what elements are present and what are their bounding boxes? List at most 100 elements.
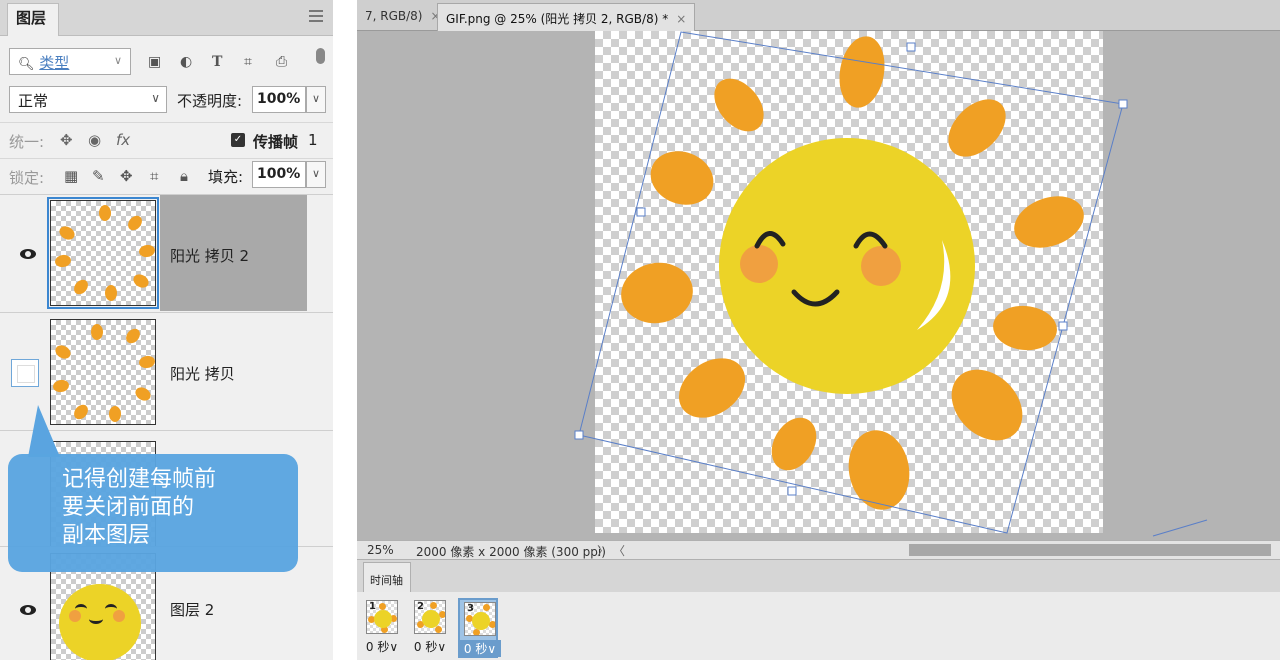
sun-ray [951, 369, 1023, 441]
sun-ray [621, 262, 693, 324]
layer-name[interactable]: 阳光 拷贝 2 [170, 245, 249, 266]
opacity-field[interactable]: 100% [252, 86, 306, 113]
lock-row: 锁定: ▦ ✎ ✥ ⌗ 🔒︎ 填充: 100% ∨ [0, 158, 333, 194]
scroll-left-arrow-icon[interactable]: 〈 [613, 542, 625, 559]
timeline-panel: 1 0 秒∨ 2 0 秒∨ 3 0 秒∨ [357, 592, 1280, 660]
chevron-down-icon: ∨ [437, 640, 447, 654]
layer-filter-row: 🔍︎ 类型 ∨ ▣ ◐ T ⌗ ⎙ [0, 42, 333, 82]
transform-handle [636, 207, 646, 217]
blend-opacity-row: 正常 ∨ 不透明度: 100% ∨ [0, 84, 333, 120]
opacity-label: 不透明度: [177, 92, 243, 110]
lock-label: 锁定: [9, 169, 45, 187]
lock-artboard-icon[interactable]: ⌗ [150, 167, 158, 185]
status-bar: 25% 2000 像素 x 2000 像素 (300 ppi) 〉 〈 [357, 540, 1280, 559]
blend-mode-select[interactable]: 正常 ∨ [9, 86, 167, 113]
frame-number: 1 [369, 601, 376, 612]
callout-pointer [28, 405, 60, 457]
layer-name[interactable]: 阳光 拷贝 [170, 363, 235, 384]
filter-toggle[interactable] [316, 48, 325, 64]
animation-frame[interactable]: 1 0 秒∨ [362, 598, 402, 658]
layer-row[interactable]: 阳光 拷贝 2 [0, 194, 333, 312]
layer-name[interactable]: 图层 2 [170, 599, 214, 620]
lock-position-icon[interactable]: ✥ [120, 167, 133, 185]
blend-mode-value: 正常 [18, 92, 49, 110]
canvas-artwork [574, 31, 1208, 537]
lock-brush-icon[interactable]: ✎ [92, 167, 105, 185]
frame-delay[interactable]: 0 秒∨ [459, 640, 501, 657]
frame-delay[interactable]: 0 秒∨ [409, 638, 451, 655]
callout-line: 要关闭前面的 [62, 495, 195, 520]
sun-ray [714, 78, 764, 132]
propagate-frame-value: 1 [308, 131, 318, 149]
unify-visibility-icon[interactable]: ◉ [88, 131, 101, 149]
tip-callout-text: 记得创建每帧前 要关闭前面的 副本图层 [62, 466, 292, 550]
left-cheek [740, 245, 778, 283]
right-cheek [861, 246, 901, 286]
opacity-chevron-icon[interactable]: ∨ [306, 86, 326, 113]
layers-tab[interactable]: 图层 [7, 3, 59, 36]
frame-thumbnail: 2 [414, 600, 446, 634]
type-filter-icon[interactable]: T [212, 54, 222, 70]
layer-thumbnail[interactable] [50, 319, 156, 425]
adjustment-filter-icon[interactable]: ◐ [180, 54, 192, 70]
zoom-level[interactable]: 25% [367, 543, 394, 557]
timeline-tabbar: 时间轴 [357, 559, 1280, 593]
unify-row: 统一: ✥ ◉ fx ✓ 传播帧 1 [0, 122, 333, 158]
fill-field[interactable]: 100% [252, 161, 306, 188]
chevron-down-icon: ∨ [389, 640, 399, 654]
sun-ray [650, 151, 714, 205]
document-size-info: 2000 像素 x 2000 像素 (300 ppi) [416, 545, 606, 559]
timeline-tab[interactable]: 时间轴 [363, 562, 411, 593]
document-area: 7, RGB/8) × GIF.png @ 25% (阳光 拷贝 2, RGB/8… [357, 0, 1280, 660]
status-more-arrow-icon[interactable]: 〉 [597, 542, 609, 559]
sun-ray [948, 99, 1006, 157]
sun-ray [771, 417, 817, 471]
frame-thumbnail: 3 [464, 602, 496, 636]
lock-transparency-icon[interactable]: ▦ [64, 167, 78, 185]
kind-filter-value: 类型 [39, 54, 70, 72]
search-icon: 🔍︎ [18, 57, 35, 72]
chevron-down-icon: ∨ [113, 54, 122, 67]
layer-thumbnail[interactable] [47, 197, 159, 309]
transform-guide-line [1152, 519, 1208, 537]
transform-handle [906, 42, 916, 52]
pixel-filter-icon[interactable]: ▣ [148, 54, 161, 70]
sun-ray [678, 358, 746, 418]
transform-handle [787, 486, 797, 496]
sun-ray [839, 36, 885, 108]
unify-position-icon[interactable]: ✥ [60, 131, 73, 149]
transform-handle [574, 430, 584, 440]
layers-panel: 图层 🔍︎ 类型 ∨ ▣ ◐ T ⌗ ⎙ 正常 ∨ 不透明度: 100% ∨ 统… [0, 0, 333, 660]
eye-icon[interactable] [20, 605, 36, 615]
lock-all-icon[interactable]: 🔒︎ [180, 167, 188, 185]
animation-frame-selected[interactable]: 3 0 秒∨ [458, 598, 501, 658]
chevron-down-icon: ∨ [487, 642, 497, 656]
frame-delay[interactable]: 0 秒∨ [361, 638, 403, 655]
layer-kind-filter[interactable]: 🔍︎ 类型 ∨ [9, 48, 131, 75]
animation-frame[interactable]: 2 0 秒∨ [410, 598, 450, 658]
callout-line: 副本图层 [62, 523, 151, 548]
sun-ray [993, 305, 1057, 351]
sun-ray [1014, 196, 1084, 248]
layers-panel-tabbar: 图层 [0, 0, 333, 36]
frame-number: 2 [417, 601, 424, 612]
chevron-down-icon: ∨ [151, 91, 160, 105]
fill-label: 填充: [208, 168, 244, 186]
transform-handle [1058, 321, 1068, 331]
propagate-checkbox[interactable]: ✓ [231, 133, 245, 147]
callout-line: 记得创建每帧前 [62, 467, 217, 492]
frame-number: 3 [467, 603, 474, 614]
propagate-frame-label: 传播帧 [253, 133, 299, 151]
unify-style-icon[interactable]: fx [116, 131, 130, 149]
transform-handle [1118, 99, 1128, 109]
panel-menu-icon[interactable] [309, 10, 323, 22]
horizontal-scrollbar-thumb[interactable] [909, 544, 1271, 556]
shape-filter-icon[interactable]: ⌗ [244, 54, 252, 70]
smart-object-filter-icon[interactable]: ⎙ [276, 54, 287, 70]
fill-chevron-icon[interactable]: ∨ [306, 161, 326, 188]
unify-label: 统一: [9, 133, 45, 151]
frame-thumbnail: 1 [366, 600, 398, 634]
eye-icon[interactable] [20, 249, 36, 259]
photoshop-window: 图层 🔍︎ 类型 ∨ ▣ ◐ T ⌗ ⎙ 正常 ∨ 不透明度: 100% ∨ 统… [0, 0, 1280, 660]
visibility-toggle-empty[interactable] [11, 359, 39, 387]
